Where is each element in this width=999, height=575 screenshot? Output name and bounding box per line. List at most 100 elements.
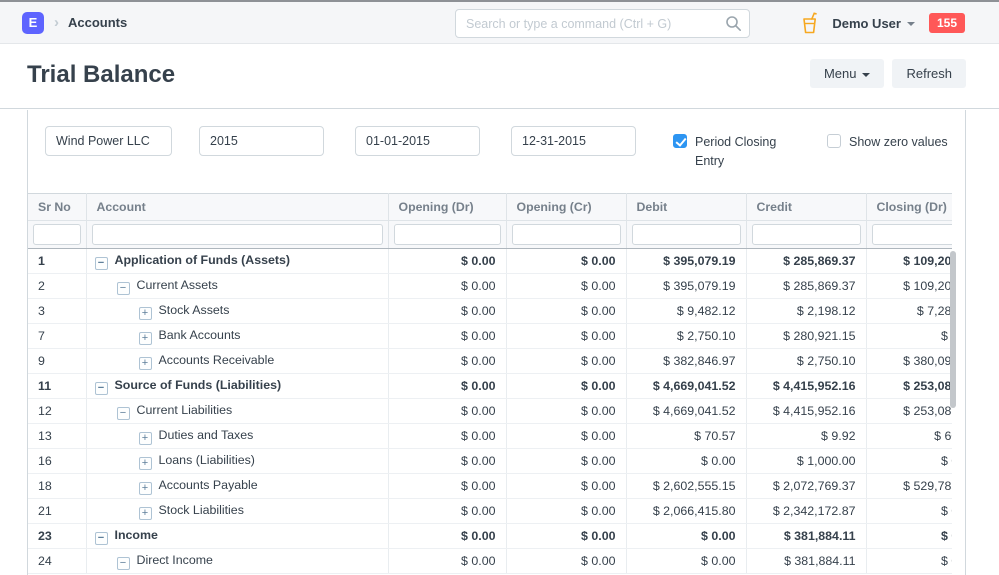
- column-filter-input[interactable]: [752, 224, 861, 245]
- column-header-account[interactable]: Account: [86, 194, 388, 221]
- collapse-node-icon[interactable]: −: [95, 382, 108, 395]
- sr-no-cell: 13: [28, 424, 86, 449]
- closing-dr-cell: $ 0.00: [866, 549, 952, 574]
- report-filters: Period Closing Entry Show zero values: [28, 110, 965, 193]
- closing-dr-cell: $ 0.00: [866, 524, 952, 549]
- column-filter-input[interactable]: [92, 224, 383, 245]
- collapse-node-icon[interactable]: −: [117, 557, 130, 570]
- closing-dr-cell: $ 0.00: [866, 499, 952, 524]
- collapse-node-icon[interactable]: −: [117, 407, 130, 420]
- column-filter-cell: [86, 221, 388, 249]
- credit-cell: $ 285,869.37: [746, 249, 866, 274]
- account-cell[interactable]: +Duties and Taxes: [86, 424, 388, 449]
- from-date-filter-input[interactable]: [355, 126, 480, 156]
- table-row[interactable]: 13+Duties and Taxes$ 0.00$ 0.00$ 70.57$ …: [28, 424, 952, 449]
- sr-no-cell: 18: [28, 474, 86, 499]
- period-closing-entry-checkbox[interactable]: Period Closing Entry: [673, 133, 793, 172]
- column-header-opening-dr[interactable]: Opening (Dr): [388, 194, 506, 221]
- table-row[interactable]: 23−Income$ 0.00$ 0.00$ 0.00$ 381,884.11$…: [28, 524, 952, 549]
- closing-dr-cell: $ 7,284.00: [866, 299, 952, 324]
- debit-cell: $ 9,482.12: [626, 299, 746, 324]
- column-filter-input[interactable]: [512, 224, 621, 245]
- opening-cr-cell: $ 0.00: [506, 374, 626, 399]
- checkbox-icon[interactable]: [827, 134, 841, 148]
- credit-cell: $ 2,198.12: [746, 299, 866, 324]
- table-row[interactable]: 11−Source of Funds (Liabilities)$ 0.00$ …: [28, 374, 952, 399]
- table-row[interactable]: 3+Stock Assets$ 0.00$ 0.00$ 9,482.12$ 2,…: [28, 299, 952, 324]
- account-cell[interactable]: +Accounts Receivable: [86, 349, 388, 374]
- column-header-opening-cr[interactable]: Opening (Cr): [506, 194, 626, 221]
- account-cell[interactable]: +Stock Assets: [86, 299, 388, 324]
- account-cell[interactable]: +Stock Liabilities: [86, 499, 388, 524]
- table-row[interactable]: 1−Application of Funds (Assets)$ 0.00$ 0…: [28, 249, 952, 274]
- opening-dr-cell: $ 0.00: [388, 449, 506, 474]
- column-filter-input[interactable]: [632, 224, 741, 245]
- column-header-debit[interactable]: Debit: [626, 194, 746, 221]
- search-input[interactable]: [455, 9, 750, 38]
- debit-cell: $ 2,602,555.15: [626, 474, 746, 499]
- opening-dr-cell: $ 0.00: [388, 299, 506, 324]
- table-row[interactable]: 2−Current Assets$ 0.00$ 0.00$ 395,079.19…: [28, 274, 952, 299]
- debit-cell: $ 395,079.19: [626, 274, 746, 299]
- sr-no-cell: 24: [28, 549, 86, 574]
- column-header-credit[interactable]: Credit: [746, 194, 866, 221]
- vertical-scrollbar-thumb[interactable]: [950, 251, 956, 408]
- menu-button-label: Menu: [824, 66, 857, 81]
- account-cell[interactable]: + Bank Accounts: [86, 324, 388, 349]
- account-cell[interactable]: −Current Liabilities: [86, 399, 388, 424]
- column-header-closing-dr[interactable]: Closing (Dr): [866, 194, 952, 221]
- report-table-viewport: Sr NoAccountOpening (Dr)Opening (Cr)Debi…: [28, 193, 952, 575]
- breadcrumb[interactable]: Accounts: [68, 15, 127, 30]
- account-cell[interactable]: −Direct Income: [86, 549, 388, 574]
- notifications-badge[interactable]: 155: [929, 13, 965, 33]
- account-name: Bank Accounts: [159, 328, 241, 342]
- account-cell[interactable]: −Source of Funds (Liabilities): [86, 374, 388, 399]
- show-zero-values-checkbox[interactable]: Show zero values: [827, 133, 948, 152]
- credit-cell: $ 2,342,172.87: [746, 499, 866, 524]
- expand-node-icon[interactable]: +: [139, 432, 152, 445]
- account-cell[interactable]: −Current Assets: [86, 274, 388, 299]
- opening-cr-cell: $ 0.00: [506, 399, 626, 424]
- table-row[interactable]: 18+Accounts Payable$ 0.00$ 0.00$ 2,602,5…: [28, 474, 952, 499]
- table-row[interactable]: 7+Bank Accounts$ 0.00$ 0.00$ 2,750.10$ 2…: [28, 324, 952, 349]
- credit-cell: $ 4,415,952.16: [746, 399, 866, 424]
- account-cell[interactable]: −Income: [86, 524, 388, 549]
- refresh-button[interactable]: Refresh: [892, 59, 966, 88]
- column-header-sr-no[interactable]: Sr No: [28, 194, 86, 221]
- expand-node-icon[interactable]: +: [139, 307, 152, 320]
- to-date-filter-input[interactable]: [511, 126, 636, 156]
- user-menu[interactable]: Demo User: [832, 16, 915, 31]
- account-cell[interactable]: +Loans (Liabilities): [86, 449, 388, 474]
- column-filter-input[interactable]: [394, 224, 501, 245]
- account-cell[interactable]: −Application of Funds (Assets): [86, 249, 388, 274]
- expand-node-icon[interactable]: +: [139, 357, 152, 370]
- collapse-node-icon[interactable]: −: [95, 532, 108, 545]
- search-icon: [725, 15, 742, 32]
- credit-cell: $ 1,000.00: [746, 449, 866, 474]
- collapse-node-icon[interactable]: −: [117, 282, 130, 295]
- expand-node-icon[interactable]: +: [139, 507, 152, 520]
- opening-cr-cell: $ 0.00: [506, 249, 626, 274]
- menu-button[interactable]: Menu: [810, 59, 885, 88]
- table-row[interactable]: 21+Stock Liabilities$ 0.00$ 0.00$ 2,066,…: [28, 499, 952, 524]
- account-cell[interactable]: +Accounts Payable: [86, 474, 388, 499]
- expand-node-icon[interactable]: +: [139, 457, 152, 470]
- expand-node-icon[interactable]: +: [139, 482, 152, 495]
- closing-dr-cell: $ 253,089.36: [866, 374, 952, 399]
- checkbox-icon[interactable]: [673, 134, 687, 148]
- table-row[interactable]: 9+Accounts Receivable$ 0.00$ 0.00$ 382,8…: [28, 349, 952, 374]
- table-row[interactable]: 12−Current Liabilities$ 0.00$ 0.00$ 4,66…: [28, 399, 952, 424]
- juice-cup-icon[interactable]: [801, 12, 818, 34]
- table-row[interactable]: 24−Direct Income$ 0.00$ 0.00$ 0.00$ 381,…: [28, 549, 952, 574]
- debit-cell: $ 0.00: [626, 449, 746, 474]
- column-filter-input[interactable]: [872, 224, 953, 245]
- company-filter-input[interactable]: [45, 126, 172, 156]
- opening-cr-cell: $ 0.00: [506, 499, 626, 524]
- table-row[interactable]: 16+Loans (Liabilities)$ 0.00$ 0.00$ 0.00…: [28, 449, 952, 474]
- collapse-node-icon[interactable]: −: [95, 257, 108, 270]
- app-logo[interactable]: E: [22, 12, 44, 34]
- closing-dr-cell: $ 0.00: [866, 324, 952, 349]
- fiscal-year-filter-input[interactable]: [199, 126, 324, 156]
- column-filter-input[interactable]: [33, 224, 81, 245]
- expand-node-icon[interactable]: +: [139, 332, 152, 345]
